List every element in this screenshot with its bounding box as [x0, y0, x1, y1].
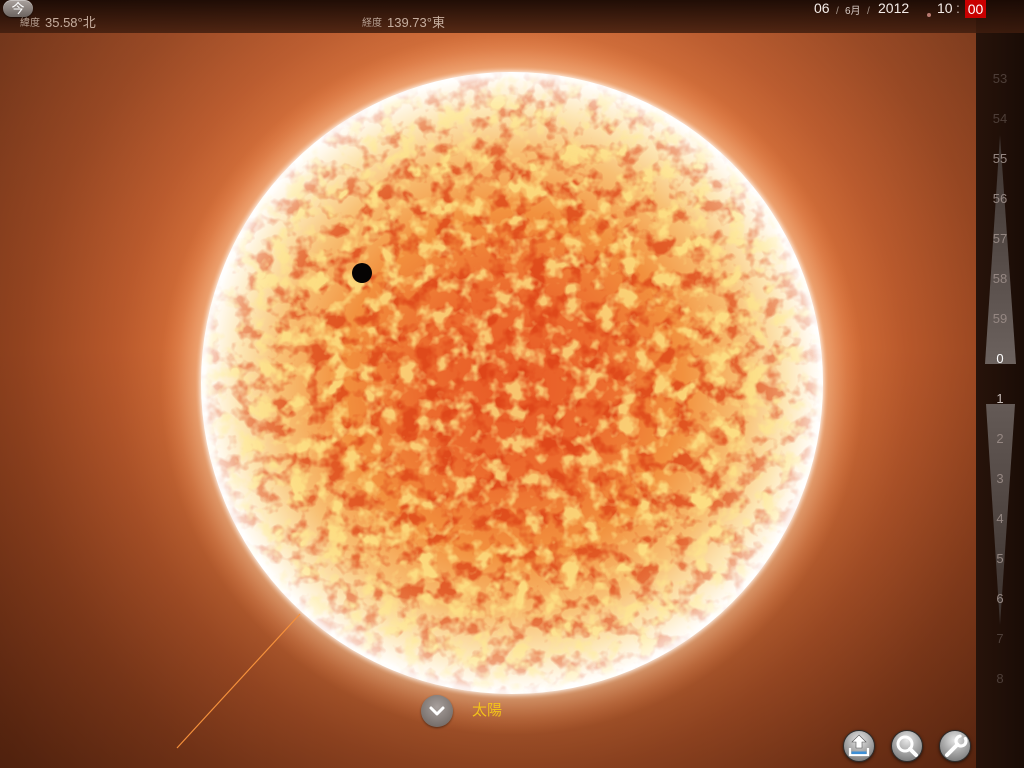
minute-label: 53	[992, 71, 1008, 86]
minute-label: 8	[996, 671, 1004, 686]
minute-label: 59	[992, 311, 1008, 326]
minute-label: 6	[996, 591, 1004, 606]
venus-disk[interactable]	[352, 263, 372, 283]
settings-button[interactable]	[939, 730, 971, 762]
time-separator: :	[956, 0, 960, 16]
now-button[interactable]: 今	[3, 0, 33, 17]
share-icon	[848, 734, 870, 757]
minute-label: 4	[996, 511, 1004, 526]
time-minute[interactable]: 00	[965, 0, 986, 18]
search-icon	[896, 735, 918, 757]
object-pointer-line	[176, 613, 301, 749]
date-year[interactable]: 2012	[878, 0, 909, 17]
minute-label: 5	[996, 551, 1004, 566]
scrubber-past-wedge	[985, 135, 1016, 364]
latitude-value: 35.58°北	[45, 15, 96, 30]
chevron-down-icon	[429, 706, 445, 716]
date-month[interactable]: 6月	[845, 3, 861, 20]
share-button[interactable]	[843, 730, 875, 762]
minute-label: 58	[992, 271, 1008, 286]
date-separator: /	[867, 6, 870, 17]
minute-label: 54	[992, 111, 1008, 126]
sky-view[interactable]	[0, 0, 976, 768]
minute-label: 2	[996, 431, 1004, 446]
longitude-value: 139.73°東	[387, 15, 445, 30]
time-indicator-dot	[927, 13, 931, 17]
time-hour[interactable]: 10	[937, 0, 953, 17]
minute-label: 56	[992, 191, 1008, 206]
minute-label: 55	[992, 151, 1008, 166]
object-info-expand-button[interactable]	[421, 695, 453, 727]
minute-label: 1	[996, 391, 1004, 406]
date-day[interactable]: 06	[814, 0, 830, 17]
sky-canvas	[160, 31, 864, 749]
minute-label: 57	[992, 231, 1008, 246]
selected-object-name[interactable]: 太陽	[472, 702, 502, 720]
wrench-icon	[945, 734, 968, 757]
date-separator: /	[836, 6, 839, 17]
latitude-label: 緯度	[20, 18, 40, 29]
minute-label: 0	[996, 351, 1004, 366]
minute-label: 3	[996, 471, 1004, 486]
longitude-label: 経度	[362, 18, 382, 29]
top-bar: 今 緯度 35.58°北 経度 139.73°東 06 / 6月 / 2012 …	[0, 0, 1024, 33]
minute-label: 7	[996, 631, 1004, 646]
search-button[interactable]	[891, 730, 923, 762]
planetarium-app: 今 緯度 35.58°北 経度 139.73°東 06 / 6月 / 2012 …	[0, 0, 1024, 768]
minute-scrubber[interactable]: 53 54 55 56 57 58 59 0 1 2 3 4 5 6 7 8	[976, 0, 1024, 768]
